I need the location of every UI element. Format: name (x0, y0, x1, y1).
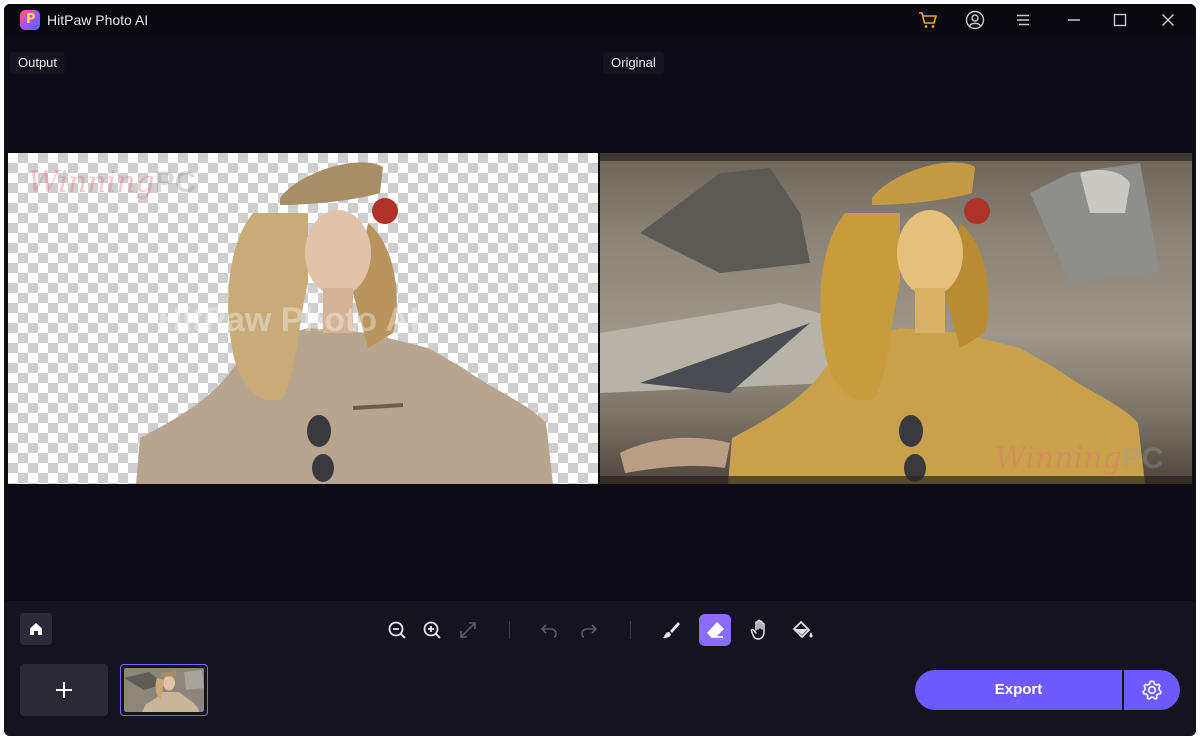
app-window: P HitPaw Photo AI Output Original Winnin… (4, 4, 1196, 736)
watermark: WinningPC (28, 165, 197, 200)
fill-icon (792, 620, 813, 639)
redo-button[interactable] (573, 614, 605, 646)
hand-icon (750, 619, 765, 640)
account-button[interactable] (961, 8, 989, 32)
fit-button[interactable] (452, 614, 484, 646)
maximize-button[interactable] (1106, 8, 1134, 32)
menu-icon (1017, 14, 1029, 26)
zoom-in-icon (423, 621, 441, 639)
zoom-out-button[interactable] (381, 614, 413, 646)
output-label: Output (10, 52, 66, 74)
minimize-icon (1068, 19, 1080, 21)
brush-icon (663, 622, 680, 638)
eraser-button[interactable] (699, 614, 731, 646)
hitpaw-logo-icon: P (20, 10, 40, 30)
redo-icon (581, 624, 598, 638)
canvas-area: Output Original WinningPC HitPaw Photo A… (4, 36, 1196, 601)
brush-button[interactable] (655, 614, 687, 646)
app-watermark: HitPaw Photo AI (158, 301, 420, 339)
zoom-out-icon (388, 621, 406, 639)
toolbar-divider (630, 621, 631, 639)
cart-button[interactable] (914, 8, 942, 32)
hand-button[interactable] (744, 614, 776, 646)
image-thumbnail[interactable] (120, 664, 208, 716)
zoom-in-button[interactable] (416, 614, 448, 646)
gear-icon (1142, 680, 1162, 700)
watermark-original: WinningPC (995, 441, 1164, 476)
home-icon (30, 623, 42, 635)
home-button[interactable] (20, 613, 52, 645)
close-button[interactable] (1154, 8, 1182, 32)
plus-icon (56, 682, 72, 698)
thumbnail-preview (124, 668, 204, 712)
export-settings-button[interactable] (1124, 670, 1180, 710)
fill-button[interactable] (787, 614, 819, 646)
fit-icon (460, 622, 476, 638)
close-icon (1162, 14, 1174, 26)
original-photo (600, 153, 1192, 484)
app-title: HitPaw Photo AI (47, 12, 149, 28)
cart-icon (919, 12, 937, 28)
title-bar: P HitPaw Photo AI (4, 4, 1196, 36)
undo-button[interactable] (533, 614, 565, 646)
eraser-icon (707, 622, 724, 638)
maximize-icon (1113, 13, 1127, 27)
add-image-button[interactable] (20, 664, 108, 716)
bottom-toolbar: Export (4, 601, 1196, 736)
output-image[interactable]: WinningPC HitPaw Photo AI (8, 153, 598, 484)
original-image[interactable]: WinningPC (600, 153, 1192, 484)
toolbar-divider (509, 621, 510, 639)
original-label: Original (603, 52, 664, 74)
minimize-button[interactable] (1060, 8, 1088, 32)
undo-icon (540, 624, 557, 638)
export-button[interactable]: Export (915, 670, 1122, 710)
account-icon (965, 10, 985, 30)
menu-button[interactable] (1009, 8, 1037, 32)
